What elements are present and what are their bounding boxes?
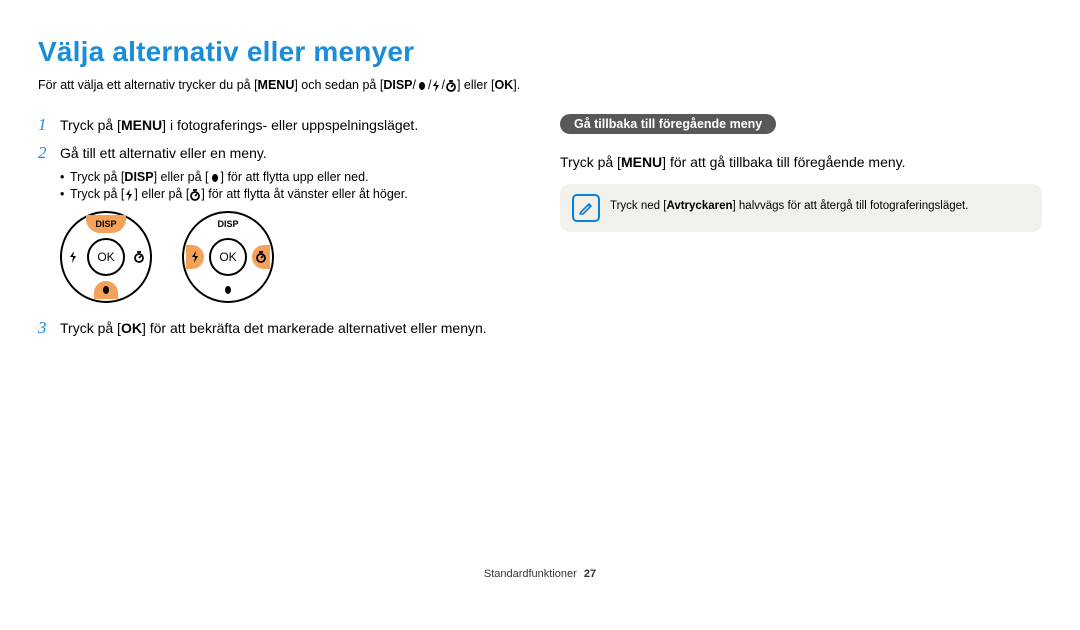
- macro-icon: [209, 172, 221, 184]
- step-2: 2 Gå till ett alternativ eller en meny.: [38, 142, 518, 164]
- note-box: Tryck ned [Avtryckaren] halvvägs för att…: [560, 184, 1042, 232]
- flash-icon: [124, 189, 134, 201]
- text-frag: Tryck på [: [560, 154, 621, 170]
- dial-flash-hl: [186, 245, 204, 269]
- menu-glyph: MENU: [121, 117, 162, 133]
- text-frag: Tryck ned [: [610, 200, 666, 212]
- dial-horizontal: DISP OK: [182, 211, 274, 303]
- text-frag: Tryck på [: [70, 170, 124, 184]
- dial-flash: [64, 245, 82, 269]
- dial-diagrams: DISP OK DISP OK: [60, 211, 518, 303]
- right-paragraph: Tryck på [MENU] för att gå tillbaka till…: [560, 154, 1042, 170]
- text-frag: Tryck på [: [60, 320, 121, 336]
- note-text: Tryck ned [Avtryckaren] halvvägs för att…: [610, 194, 968, 215]
- text-frag: ] eller på [: [134, 187, 189, 201]
- intro-frag: ].: [513, 78, 520, 92]
- text-frag: Tryck på [: [70, 187, 124, 201]
- page-title: Välja alternativ eller menyer: [38, 36, 1042, 68]
- timer-icon: [189, 189, 201, 201]
- left-column: 1 Tryck på [MENU] i fotograferings- elle…: [38, 114, 518, 345]
- step-body: Gå till ett alternativ eller en meny.: [60, 142, 518, 164]
- bullet-item: Tryck på [ ] eller på [ ] för att flytta å…: [60, 187, 518, 201]
- sub-bullets: Tryck på [DISP] eller på [] för att flyt…: [60, 170, 518, 201]
- dial-timer-hl: [252, 245, 270, 269]
- dial-macro: [216, 281, 240, 299]
- ok-glyph: OK: [494, 78, 513, 92]
- text-frag: ] i fotograferings- eller uppspelningslä…: [162, 117, 418, 133]
- right-column: Gå tillbaka till föregående meny Tryck p…: [560, 114, 1042, 345]
- page-footer: Standardfunktioner 27: [0, 568, 1080, 580]
- flash-icon: [431, 80, 441, 92]
- shutter-bold: Avtryckaren: [666, 200, 732, 212]
- note-icon: [572, 194, 600, 222]
- intro-frag: För att välja ett alternativ trycker du …: [38, 78, 258, 92]
- text-frag: ] för att bekräfta det markerade alterna…: [142, 320, 487, 336]
- disp-glyph: DISP: [383, 78, 412, 92]
- dial-disp: DISP: [208, 215, 248, 233]
- step-3: 3 Tryck på [OK] för att bekräfta det mar…: [38, 317, 518, 339]
- dial-vertical: DISP OK: [60, 211, 152, 303]
- menu-glyph: MENU: [621, 154, 662, 170]
- dial-timer: [130, 245, 148, 269]
- text-frag: ] för att gå tillbaka till föregående me…: [662, 154, 905, 170]
- bullet-item: Tryck på [DISP] eller på [ ] för att flyt…: [60, 170, 518, 184]
- dial-ok: OK: [209, 238, 247, 276]
- ok-glyph: OK: [121, 320, 142, 336]
- step-1: 1 Tryck på [MENU] i fotograferings- elle…: [38, 114, 518, 136]
- step-number: 1: [38, 114, 60, 136]
- step-number: 2: [38, 142, 60, 164]
- text-frag: Tryck på [: [60, 117, 121, 133]
- back-pill: Gå tillbaka till föregående meny: [560, 114, 776, 134]
- dial-macro-hl: [94, 281, 118, 299]
- disp-glyph: DISP: [124, 170, 153, 184]
- intro-text: För att välja ett alternativ trycker du …: [38, 78, 1042, 92]
- dial-disp-hl: DISP: [86, 215, 126, 233]
- text-frag: ] halvvägs för att återgå till fotografe…: [733, 200, 969, 212]
- timer-icon: [445, 80, 457, 92]
- dial-ok: OK: [87, 238, 125, 276]
- text-frag: ] för att flytta åt vänster eller åt hög…: [201, 187, 407, 201]
- intro-frag: ] och sedan på [: [294, 78, 383, 92]
- footer-label: Standardfunktioner: [484, 568, 577, 580]
- text-frag: ] eller på [: [154, 170, 209, 184]
- text-frag: ] för att flytta upp eller ned.: [221, 170, 369, 184]
- page-number: 27: [584, 568, 596, 580]
- intro-frag: ] eller [: [457, 78, 495, 92]
- step-number: 3: [38, 317, 60, 339]
- macro-icon: [416, 80, 428, 92]
- menu-glyph: MENU: [258, 78, 295, 92]
